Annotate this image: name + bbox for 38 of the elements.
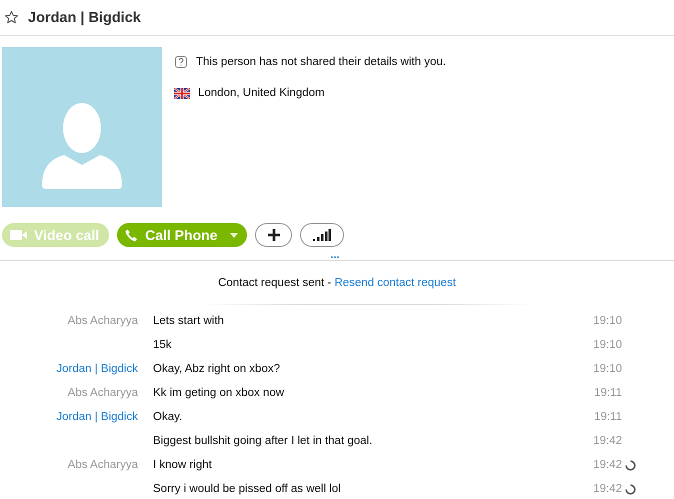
message-time: 19:10 xyxy=(592,363,622,375)
message-time: 19:10 xyxy=(592,339,622,351)
message-time: 19:42 xyxy=(592,435,622,447)
flag-icon xyxy=(174,88,190,98)
call-phone-button[interactable]: Call Phone xyxy=(117,223,248,247)
sender-name: Abs Acharyya xyxy=(68,387,138,399)
message-text: Sorry i would be pissed off as well lol xyxy=(153,483,342,495)
message-time: 19:42 xyxy=(592,483,622,495)
message-time: 19:11 xyxy=(593,387,622,399)
message-text: 15k xyxy=(153,339,173,351)
message-time: 19:42 xyxy=(592,459,622,471)
message-time: 19:11 xyxy=(593,411,622,423)
sender-name: Jordan | Bigdick xyxy=(56,411,138,423)
contact-request-status: Contact request sent - Resend contact request xyxy=(218,277,456,289)
add-button[interactable] xyxy=(255,223,292,247)
message-text: Okay. xyxy=(153,411,184,423)
message-time: 19:10 xyxy=(592,315,622,327)
contact-name: Jordan | Bigdick xyxy=(28,10,141,26)
signal-bars-icon xyxy=(313,229,332,241)
sender-name: Jordan | Bigdick xyxy=(56,363,138,375)
location: London, United Kingdom xyxy=(198,87,325,99)
phone-icon xyxy=(125,228,138,242)
message-text: Kk im geting on xbox now xyxy=(153,387,286,399)
plus-icon xyxy=(268,229,280,241)
star-icon[interactable] xyxy=(4,10,19,25)
message-text: Lets start with xyxy=(153,315,225,327)
message-text: I know right xyxy=(153,459,213,471)
sender-name: Abs Acharyya xyxy=(68,459,138,471)
call-quality-button[interactable] xyxy=(300,223,344,247)
resend-request-link[interactable]: Resend contact request xyxy=(334,277,456,289)
more-indicator[interactable]: ... xyxy=(330,252,340,258)
question-icon xyxy=(174,55,188,69)
video-camera-icon xyxy=(10,230,27,240)
message-text: Okay, Abz right on xbox? xyxy=(153,363,281,375)
message-text: Biggest bullshit going after I let in that goal. xyxy=(153,435,374,447)
caret-icon xyxy=(230,232,238,238)
sender-name: Abs Acharyya xyxy=(68,315,138,327)
privacy-notice: This person has not shared their details with you. xyxy=(196,56,446,68)
